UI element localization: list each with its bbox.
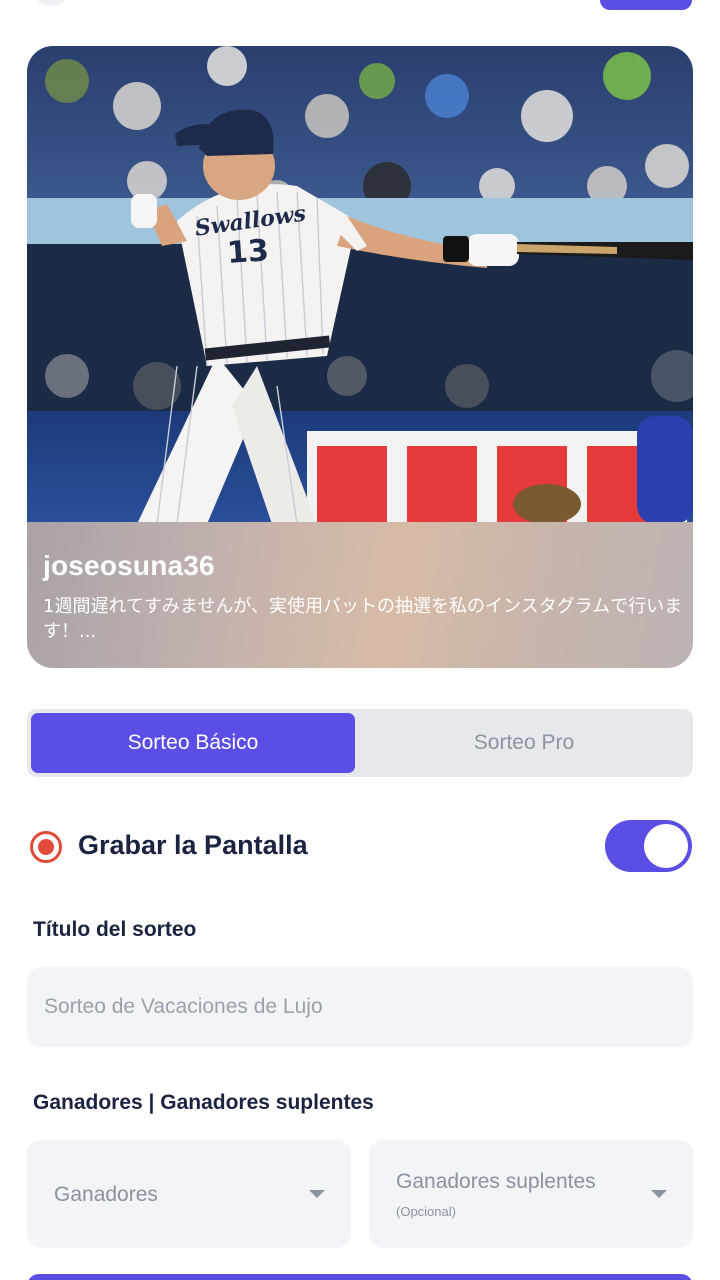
top-bar bbox=[0, 0, 720, 20]
mode-tabs: Sorteo Básico Sorteo Pro bbox=[27, 709, 693, 777]
post-info-panel: joseosuna36 1週間遅れてすみませんが、実使用バットの抽選を私のインス… bbox=[27, 522, 693, 668]
post-username: joseosuna36 bbox=[43, 550, 215, 581]
alternates-optional-text: (Opcional) bbox=[396, 1204, 456, 1219]
alternates-select[interactable]: Ganadores suplentes (Opcional) bbox=[369, 1140, 693, 1248]
record-screen-label: Grabar la Pantalla bbox=[78, 830, 308, 860]
chevron-down-icon bbox=[309, 1190, 325, 1198]
winners-select[interactable]: Ganadores bbox=[27, 1140, 351, 1248]
alternates-placeholder-text: Ganadores suplentes bbox=[396, 1170, 596, 1193]
winners-label: Ganadores | Ganadores suplentes bbox=[33, 1091, 374, 1114]
svg-text:13: 13 bbox=[226, 233, 270, 271]
winners-select-placeholder: Ganadores bbox=[54, 1183, 158, 1206]
tab-basic[interactable]: Sorteo Básico bbox=[31, 713, 355, 773]
record-icon bbox=[30, 831, 62, 863]
primary-action-button[interactable] bbox=[27, 1274, 693, 1280]
toggle-knob bbox=[644, 824, 688, 868]
record-screen-toggle[interactable] bbox=[605, 820, 692, 872]
record-screen-row: Grabar la Pantalla bbox=[30, 818, 692, 878]
giveaway-title-label: Título del sorteo bbox=[33, 918, 197, 941]
page-title-fragment bbox=[255, 0, 285, 4]
post-photo: Swallows 13 bbox=[27, 46, 693, 524]
alternates-select-placeholder: Ganadores suplentes (Opcional) bbox=[396, 1168, 616, 1226]
post-caption: 1週間遅れてすみませんが、実使用バットの抽選を私のインスタグラムで行います！..… bbox=[43, 596, 683, 642]
post-card: Swallows 13 joseosuna36 1週間遅れてすみませんが、実使用… bbox=[27, 46, 693, 668]
back-icon[interactable] bbox=[34, 0, 68, 6]
giveaway-title-input[interactable] bbox=[27, 967, 693, 1047]
tab-pro[interactable]: Sorteo Pro bbox=[359, 713, 689, 773]
chevron-down-icon bbox=[651, 1190, 667, 1198]
header-action-button[interactable] bbox=[600, 0, 692, 10]
